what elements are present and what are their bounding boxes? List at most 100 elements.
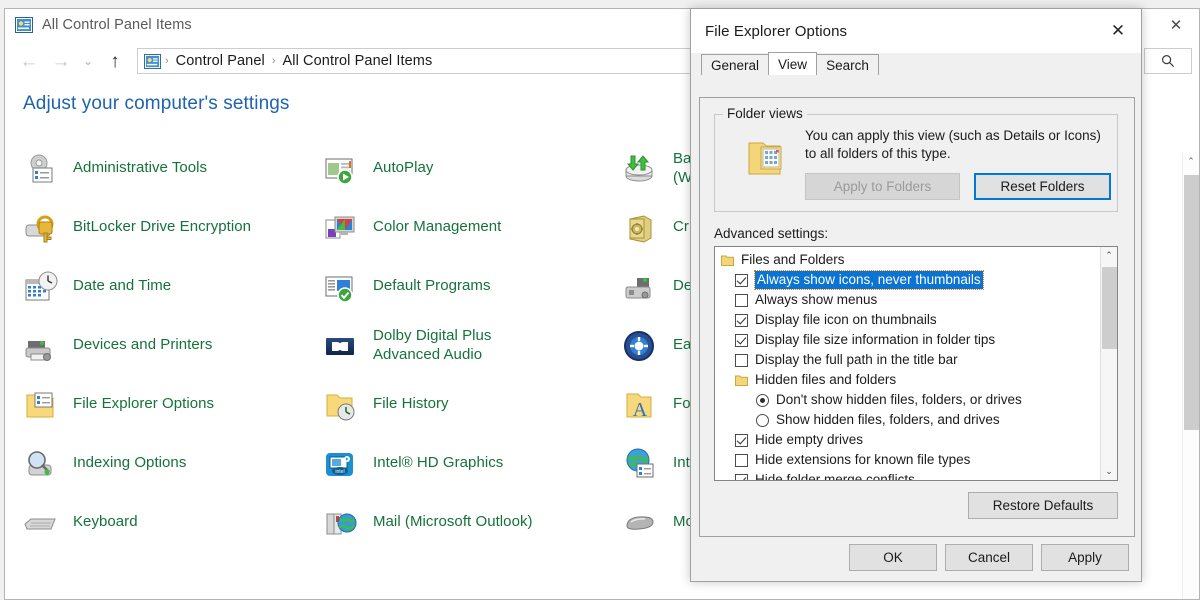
restore-defaults-button[interactable]: Restore Defaults — [968, 492, 1118, 519]
credential-manager-icon — [623, 209, 661, 247]
list-item[interactable]: Don't show hidden files, folders, or dri… — [715, 390, 1099, 410]
list-item[interactable]: Administrative Tools — [23, 139, 323, 198]
apply-button[interactable]: Apply — [1041, 544, 1129, 571]
color-management-icon — [323, 209, 361, 247]
checkbox[interactable] — [735, 473, 748, 480]
list-item[interactable]: Display file icon on thumbnails — [715, 310, 1099, 330]
radio-button[interactable] — [756, 413, 769, 427]
apply-to-folders-button[interactable]: Apply to Folders — [805, 173, 960, 200]
tab-search[interactable]: Search — [816, 54, 879, 75]
list-item[interactable]: Keyboard — [23, 493, 323, 552]
list-item[interactable]: Mail (Microsoft Outlook) — [323, 493, 623, 552]
checkbox[interactable] — [735, 313, 748, 327]
radio-button[interactable] — [756, 393, 769, 407]
bitlocker-icon — [23, 209, 61, 247]
list-item-label: BitLocker Drive Encryption — [73, 218, 252, 236]
list-item-label: Devices and Printers — [73, 336, 213, 354]
scrollbar-thumb[interactable] — [1184, 175, 1199, 430]
list-item-label: Intel® HD Graphics — [373, 454, 504, 472]
up-button[interactable]: ↑ — [99, 45, 131, 77]
folder-views-group: Folder views You can apply this view (su… — [714, 106, 1118, 212]
ok-button[interactable]: OK — [849, 544, 937, 571]
list-item[interactable]: Dolby Digital Plus Advanced Audio — [323, 316, 623, 375]
breadcrumb-control-panel[interactable]: Control Panel — [173, 53, 268, 69]
folder-icon — [735, 374, 748, 387]
dialog-titlebar: File Explorer Options ✕ — [691, 9, 1141, 53]
file-explorer-options-dialog: File Explorer Options ✕ General View Sea… — [690, 8, 1142, 582]
dialog-action-buttons: OK Cancel Apply — [691, 544, 1141, 571]
file-history-icon — [323, 386, 361, 424]
page-title: Adjust your computer's settings — [23, 93, 290, 114]
list-item[interactable]: intel Intel® HD Graphics — [323, 434, 623, 493]
tab-general[interactable]: General — [701, 54, 770, 75]
folder-views-description: You can apply this view (such as Details… — [805, 128, 1101, 161]
scrollbar-thumb[interactable] — [1102, 267, 1117, 349]
list-item-label: File Explorer Options — [73, 395, 215, 413]
reset-folders-button[interactable]: Reset Folders — [974, 173, 1111, 200]
date-and-time-icon — [23, 268, 61, 306]
checkbox[interactable] — [735, 453, 748, 467]
list-item-label: Keyboard — [73, 513, 138, 531]
search-icon — [1161, 54, 1175, 68]
window-title: All Control Panel Items — [42, 17, 192, 33]
window-controls: ✕ — [1153, 9, 1199, 41]
list-item-label: Mail (Microsoft Outlook) — [373, 513, 533, 531]
list-item-label: Default Programs — [373, 277, 491, 295]
administrative-tools-icon — [23, 150, 61, 188]
list-item[interactable]: Display file size information in folder … — [715, 330, 1099, 350]
list-item[interactable]: Show hidden files, folders, and drives — [715, 410, 1099, 430]
file-explorer-options-icon — [23, 386, 61, 424]
forward-button[interactable]: → — [45, 45, 77, 77]
list-item-label: Display the full path in the title bar — [755, 352, 958, 368]
checkbox[interactable] — [735, 293, 748, 307]
checkbox[interactable] — [735, 433, 748, 447]
list-item[interactable]: AutoPlay — [323, 139, 623, 198]
list-item[interactable]: File History — [323, 375, 623, 434]
window-scrollbar[interactable]: ⌃ ⌄ — [1182, 153, 1199, 599]
list-item[interactable]: Devices and Printers — [23, 316, 323, 375]
list-item[interactable]: Hide folder merge conflicts — [715, 470, 1099, 480]
chevron-down-icon[interactable]: ⌄ — [77, 45, 99, 77]
checkbox[interactable] — [735, 353, 748, 367]
cancel-button[interactable]: Cancel — [945, 544, 1033, 571]
tab-view[interactable]: View — [768, 52, 818, 75]
scroll-down-icon[interactable]: ⌄ — [1101, 463, 1117, 480]
list-item[interactable]: Always show icons, never thumbnails — [715, 269, 1099, 291]
scroll-up-icon[interactable]: ⌃ — [1183, 153, 1199, 170]
list-item-label: Ea — [673, 336, 692, 354]
indexing-options-icon — [23, 445, 61, 483]
scroll-up-icon[interactable]: ⌃ — [1101, 247, 1117, 264]
folder-views-legend: Folder views — [723, 106, 807, 121]
button-label: Cancel — [967, 550, 1011, 565]
list-item[interactable]: BitLocker Drive Encryption — [23, 198, 323, 257]
list-item[interactable]: Display the full path in the title bar — [715, 350, 1099, 370]
close-icon[interactable]: ✕ — [1153, 9, 1199, 41]
checkbox[interactable] — [735, 273, 748, 287]
list-item[interactable]: Default Programs — [323, 257, 623, 316]
advanced-settings-list[interactable]: Files and Folders Always show icons, nev… — [714, 246, 1118, 481]
list-item[interactable]: Indexing Options — [23, 434, 323, 493]
desktop-background: All Control Panel Items ✕ ← → ⌄ ↑ › Cont… — [0, 0, 1200, 600]
default-programs-icon — [323, 268, 361, 306]
list-item-label: Hidden files and folders — [755, 372, 897, 388]
list-item-label: File History — [373, 395, 449, 413]
list-item[interactable]: Always show menus — [715, 290, 1099, 310]
list-item[interactable]: Date and Time — [23, 257, 323, 316]
list-item[interactable]: Hide extensions for known file types — [715, 450, 1099, 470]
list-item-label: Color Management — [373, 218, 502, 236]
advanced-settings-scrollbar[interactable]: ⌃ ⌄ — [1100, 247, 1117, 480]
list-item[interactable]: Files and Folders — [715, 250, 1099, 270]
list-item[interactable]: Hide empty drives — [715, 430, 1099, 450]
intel-hd-graphics-icon: intel — [323, 445, 361, 483]
list-item[interactable]: Hidden files and folders — [715, 370, 1099, 390]
breadcrumb-separator: › — [165, 55, 169, 67]
list-item[interactable]: File Explorer Options — [23, 375, 323, 434]
list-item-label: Always show icons, never thumbnails — [754, 269, 984, 291]
checkbox[interactable] — [735, 333, 748, 347]
close-icon[interactable]: ✕ — [1095, 9, 1141, 53]
list-item[interactable]: Color Management — [323, 198, 623, 257]
search-input[interactable] — [1144, 48, 1192, 74]
breadcrumb-all-control-panel-items[interactable]: All Control Panel Items — [280, 53, 436, 69]
back-button[interactable]: ← — [13, 45, 45, 77]
button-label: Apply to Folders — [833, 179, 932, 194]
